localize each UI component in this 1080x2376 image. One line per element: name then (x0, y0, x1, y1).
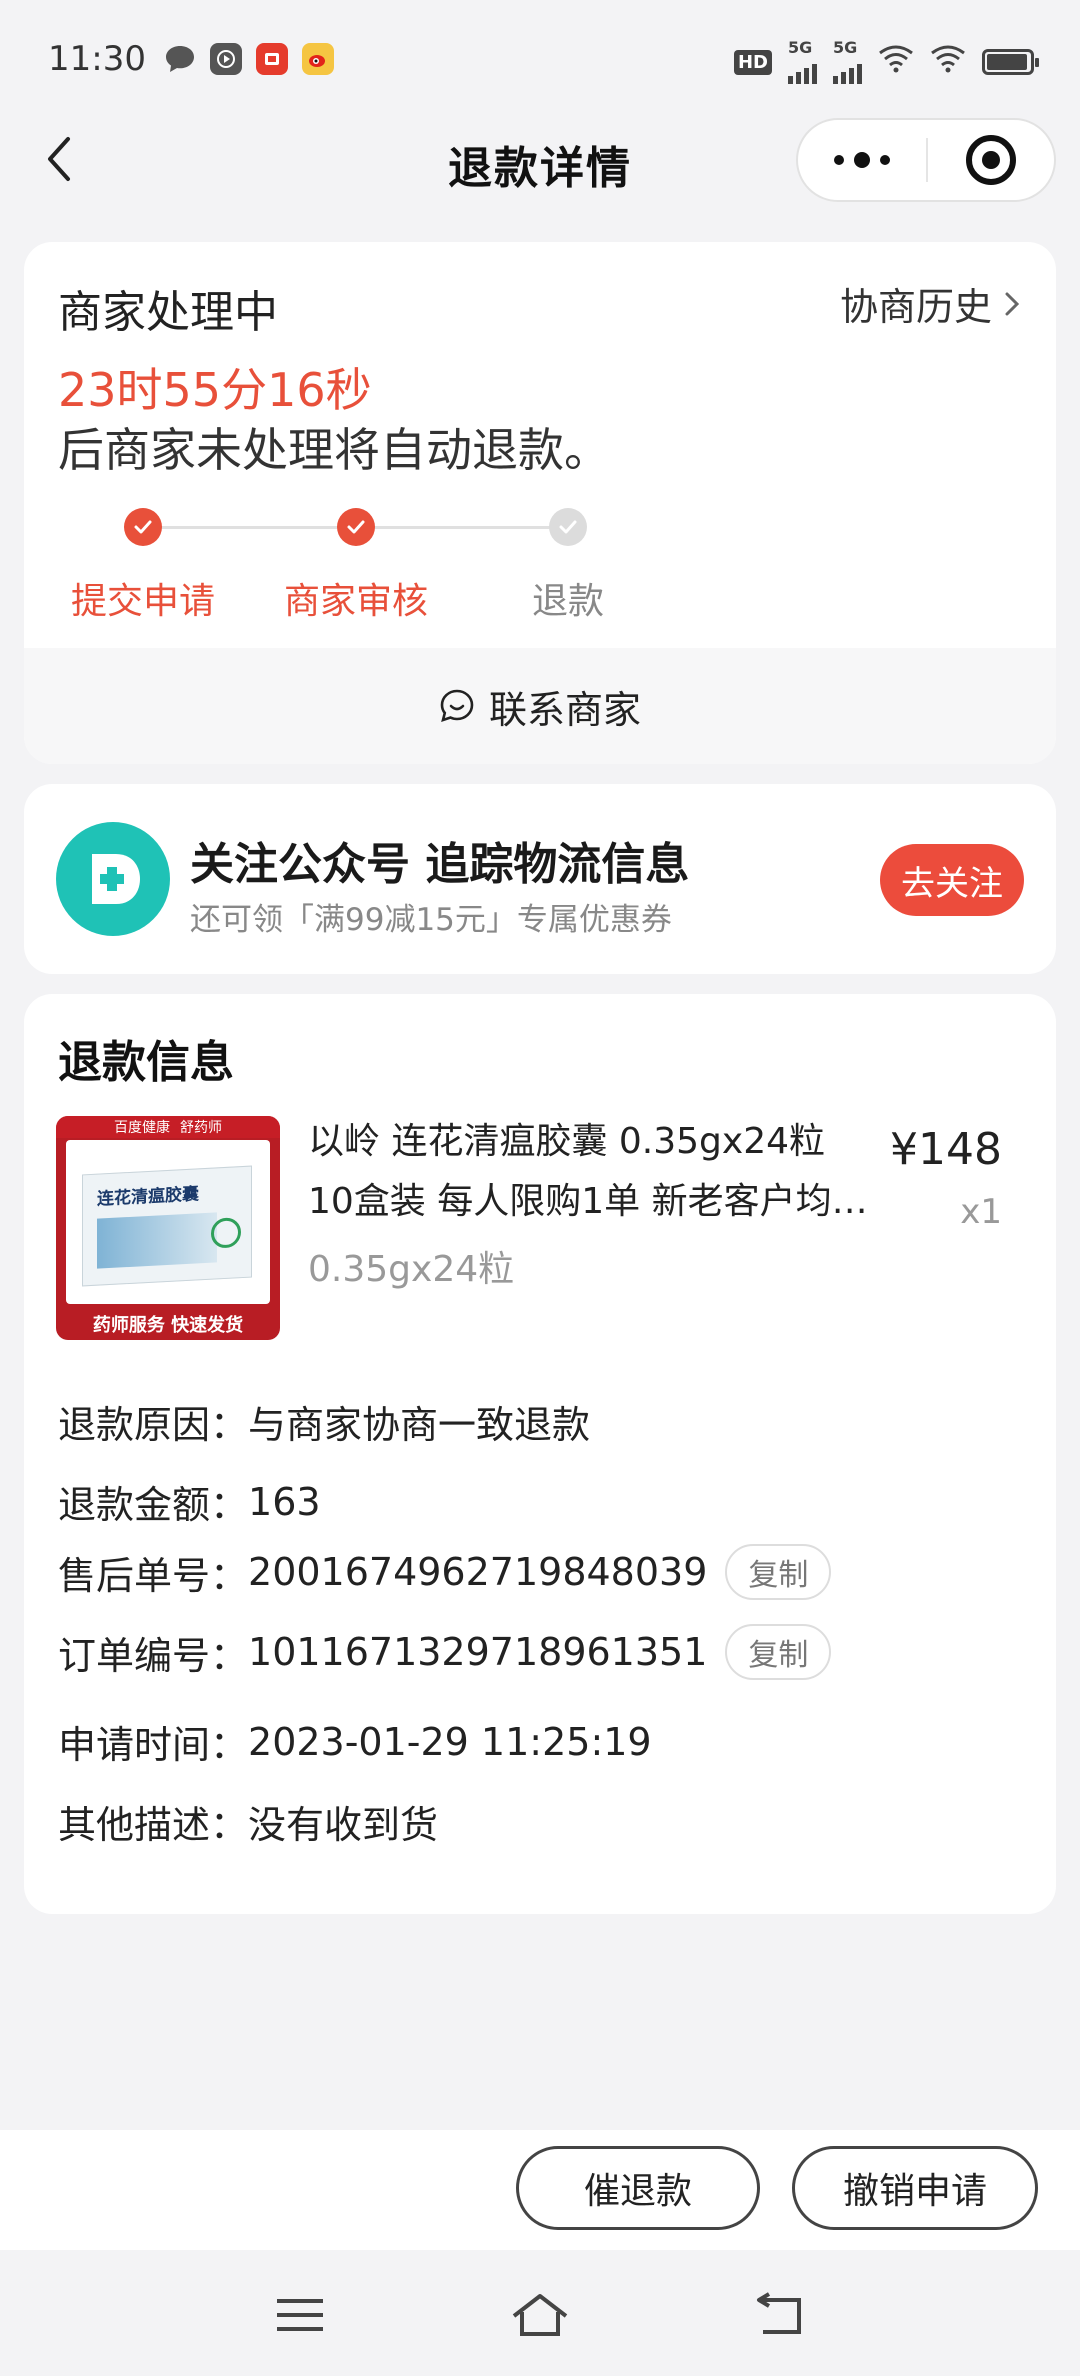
menu-icon[interactable] (270, 2290, 330, 2340)
contact-merchant-label: 联系商家 (488, 687, 641, 732)
section-title: 退款信息 (58, 1037, 234, 1088)
home-icon[interactable] (510, 2290, 570, 2340)
health-logo-icon (56, 822, 170, 936)
more-button[interactable] (798, 120, 926, 200)
step-label-submit: 提交申请 (70, 581, 215, 622)
product-price: ¥148 (890, 1124, 1002, 1175)
check-icon (347, 520, 365, 534)
status-title: 商家处理中 (58, 287, 278, 338)
back-nav-icon[interactable] (750, 2290, 810, 2340)
thumb-brand-right: 舒药师 (180, 1120, 222, 1136)
target-icon (966, 135, 1016, 185)
row-label: 其他描述： (58, 1803, 249, 1847)
refund-amount-row: 退款金额： 163 (58, 1474, 321, 1529)
product-spec: 0.35gx24粒 (308, 1249, 515, 1290)
step-line-1 (154, 526, 366, 529)
product-thumbnail[interactable]: 百度健康 舒药师 连花清瘟胶囊 药师服务 快速发货 (56, 1116, 280, 1340)
row-value: 2001674962719848039 (248, 1550, 708, 1594)
step-dot-review (337, 508, 375, 546)
message-icon (164, 43, 196, 75)
wifi-icon (930, 42, 966, 82)
video-icon (209, 43, 242, 75)
refund-info-card: 退款信息 百度健康 舒药师 连花清瘟胶囊 药师服务 快速发货 以岭 连花清瘟胶囊… (24, 994, 1056, 1914)
follow-title: 关注公众号 追踪物流信息 (190, 839, 690, 890)
check-icon (134, 520, 152, 534)
progress-steps: 提交申请 商家审核 退款 (24, 506, 1056, 622)
weibo-icon (301, 43, 334, 75)
step-label-refund: 退款 (531, 581, 604, 622)
row-value: 没有收到货 (248, 1803, 439, 1847)
row-value: 163 (248, 1479, 321, 1524)
check-icon (559, 520, 577, 534)
row-value: 与商家协商一致退款 (248, 1403, 591, 1447)
battery-icon (982, 49, 1039, 75)
countdown-timer: 23时55分16秒 (58, 363, 372, 417)
product-quantity: x1 (960, 1192, 1002, 1232)
auto-refund-note: 后商家未处理将自动退款。 (58, 423, 610, 477)
row-label: 订单编号： (58, 1633, 249, 1678)
hd-icon: HD (733, 49, 772, 75)
refund-reason-row: 退款原因： 与商家协商一致退款 (58, 1394, 590, 1449)
row-label: 申请时间： (58, 1723, 249, 1767)
follow-subtitle: 还可领「满99减15元」专属优惠券 (190, 902, 672, 938)
sim1-label: 5G (788, 38, 813, 57)
status-bar-right: HD 5G 5G (733, 40, 1039, 84)
hd-label: HD (733, 49, 772, 75)
medicine-box: 连花清瘟胶囊 (82, 1165, 252, 1287)
row-value: 1011671329718961351 (248, 1630, 708, 1674)
step-line-2 (366, 526, 578, 529)
status-bar: 11:30 HD 5G 5G (0, 0, 1080, 118)
row-value: 2023-01-29 11:25:19 (248, 1719, 652, 1764)
apply-time-row: 申请时间： 2023-01-29 11:25:19 (58, 1714, 652, 1769)
close-mini-program-button[interactable] (928, 135, 1054, 185)
nav-bar: 退款详情 (0, 118, 1080, 202)
row-label: 售后单号： (58, 1553, 249, 1598)
step-label-review: 商家审核 (283, 581, 428, 622)
chat-bubble-icon (440, 689, 474, 722)
system-navigation-bar (0, 2250, 1080, 2376)
order-number-row: 订单编号： 1011671329718961351 复制 (58, 1624, 832, 1680)
row-label: 退款金额： (58, 1483, 249, 1527)
row-label: 退款原因： (58, 1403, 249, 1447)
bottom-action-bar: 催退款 撤销申请 (0, 2130, 1080, 2250)
follow-official-account-card: 关注公众号 追踪物流信息 还可领「满99减15元」专属优惠券 去关注 (24, 784, 1056, 974)
step-dot-refund (549, 508, 587, 546)
thumb-footer: 药师服务 快速发货 (92, 1315, 244, 1336)
status-time: 11:30 (48, 39, 146, 79)
sim2-label: 5G (833, 38, 858, 57)
box-seal-icon (211, 1217, 241, 1249)
box-name: 连花清瘟胶囊 (97, 1184, 199, 1210)
contact-merchant-button[interactable]: 联系商家 (24, 648, 1056, 764)
urge-refund-button[interactable]: 催退款 (516, 2146, 760, 2230)
chevron-right-icon (1005, 292, 1020, 315)
refund-status-card: 商家处理中 协商历史 23时55分16秒 后商家未处理将自动退款。 提交申请 商… (24, 242, 1056, 764)
after-sale-number-row: 售后单号： 2001674962719848039 复制 (58, 1544, 832, 1600)
product-name[interactable]: 以岭 连花清瘟胶囊 0.35gx24粒 10盒装 每人限购1单 新老客户均可购买 (308, 1112, 868, 1232)
wifi-plus-icon (878, 42, 914, 82)
app-icon (255, 43, 288, 75)
copy-after-sale-number-button[interactable]: 复制 (725, 1544, 832, 1600)
follow-button[interactable]: 去关注 (880, 844, 1024, 916)
signal-5g-icon-2: 5G (833, 40, 862, 84)
signal-5g-icon-1: 5G (788, 40, 817, 84)
thumb-image: 连花清瘟胶囊 (66, 1140, 270, 1304)
mini-program-capsule (796, 118, 1056, 202)
history-label: 协商历史 (839, 285, 992, 329)
box-art (97, 1212, 217, 1269)
cancel-request-button[interactable]: 撤销申请 (792, 2146, 1038, 2230)
negotiation-history-link[interactable]: 协商历史 (840, 276, 1020, 331)
copy-order-number-button[interactable]: 复制 (725, 1624, 832, 1680)
thumb-brand-left: 百度健康 (114, 1120, 170, 1136)
thumb-header: 百度健康 舒药师 (56, 1116, 280, 1138)
step-dot-submit (124, 508, 162, 546)
other-description-row: 其他描述： 没有收到货 (58, 1794, 438, 1849)
